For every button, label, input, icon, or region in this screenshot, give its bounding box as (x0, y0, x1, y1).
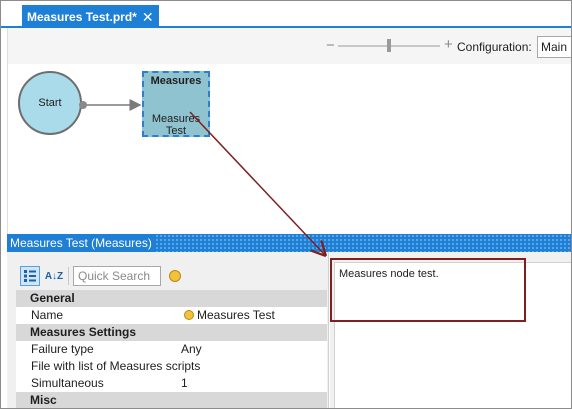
property-row-scripts-file[interactable]: File with list of Measures scripts (16, 358, 327, 375)
measures-node-title: Measures (150, 75, 202, 87)
property-icon (184, 310, 194, 320)
category-row-general[interactable]: General (16, 290, 327, 307)
configuration-select[interactable]: Main (537, 36, 571, 58)
property-grid: A↓Z General Name Measures Test Measures … (7, 252, 329, 408)
property-value[interactable]: 1 (181, 375, 188, 392)
category-row-measures-settings[interactable]: Measures Settings (16, 324, 327, 341)
toolbar-separator (68, 267, 69, 285)
properties-panel-title: Measures Test (Measures) (7, 234, 155, 252)
property-name: File with list of Measures scripts (31, 359, 201, 373)
property-name: Name (31, 308, 64, 322)
measures-node-label: Measures Test (151, 113, 201, 137)
zoom-in-icon[interactable]: + (444, 36, 453, 53)
document-tab-strip: Measures Test.prd* ✕ (1, 1, 571, 28)
start-node[interactable]: Start (18, 71, 82, 135)
property-value[interactable]: Any (181, 341, 202, 358)
editor-window: Measures Test.prd* ✕ − + Configuration: … (0, 0, 572, 409)
close-icon[interactable]: ✕ (142, 10, 154, 24)
property-name: Failure type (31, 342, 94, 356)
configuration-label: Configuration: (457, 40, 532, 54)
property-grid-table: General Name Measures Test Measures Sett… (16, 290, 327, 408)
property-row-name[interactable]: Name Measures Test (16, 307, 327, 324)
category-label: General (30, 291, 75, 305)
start-node-label: Start (38, 97, 62, 109)
category-label: Misc (30, 393, 57, 407)
property-name: Simultaneous (31, 376, 104, 390)
canvas-toolbar: − + Configuration: Main (8, 28, 571, 64)
sort-az-icon[interactable]: A↓Z (44, 266, 64, 286)
property-value[interactable]: Measures Test (197, 307, 275, 324)
property-row-failure-type[interactable]: Failure type Any (16, 341, 327, 358)
property-pages-icon[interactable] (169, 270, 181, 282)
property-row-simultaneous[interactable]: Simultaneous 1 (16, 375, 327, 392)
properties-panel-header: Measures Test (Measures) (7, 234, 571, 252)
document-tab-title: Measures Test.prd* (27, 9, 137, 24)
annotation-highlight-box (330, 258, 526, 322)
category-row-misc[interactable]: Misc (16, 392, 327, 408)
measures-node[interactable]: Measures Measures Test (142, 71, 210, 137)
diagram-canvas[interactable]: − + Configuration: Main Start Measures M… (7, 28, 571, 234)
categorized-icon[interactable] (20, 266, 40, 286)
property-grid-toolbar: A↓Z (7, 252, 329, 290)
quick-search-input[interactable] (73, 266, 161, 286)
document-tab[interactable]: Measures Test.prd* ✕ (22, 5, 159, 28)
category-label: Measures Settings (30, 325, 137, 339)
zoom-out-icon[interactable]: − (326, 37, 335, 54)
zoom-slider-thumb[interactable] (387, 39, 391, 52)
